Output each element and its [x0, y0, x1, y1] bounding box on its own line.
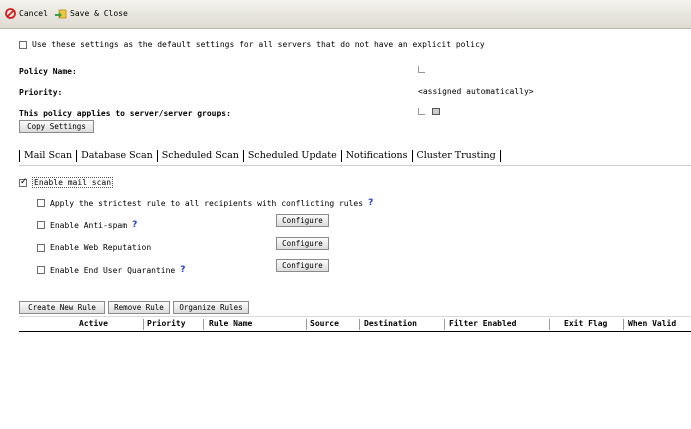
tab-scheduled-scan[interactable]: Scheduled Scan: [158, 150, 244, 162]
remove-rule-button[interactable]: Remove Rule: [108, 301, 170, 314]
column-header-active[interactable]: Active: [79, 319, 108, 328]
cancel-icon: [5, 8, 16, 19]
column-divider[interactable]: [359, 319, 360, 330]
strictest-rule-label: Apply the strictest rule to all recipien…: [50, 198, 364, 208]
default-settings-label: Use these settings as the default settin…: [32, 40, 485, 49]
column-header-destination[interactable]: Destination: [364, 319, 417, 328]
enable-mail-scan-label: Enable mail scan: [32, 177, 114, 188]
rules-table-body[interactable]: [19, 331, 691, 429]
tab-cluster-trusting[interactable]: Cluster Trusting: [413, 150, 501, 162]
enable-mail-scan-row: Enable mail scan: [19, 177, 114, 188]
column-header-priority[interactable]: Priority: [147, 319, 186, 328]
server-group-picker[interactable]: [418, 108, 440, 117]
default-settings-checkbox[interactable]: [19, 40, 27, 49]
copy-settings-button[interactable]: Copy Settings: [19, 120, 94, 133]
tab-scheduled-update[interactable]: Scheduled Update: [244, 150, 342, 162]
enable-mail-scan-checkbox[interactable]: [19, 177, 28, 187]
save-close-button[interactable]: Save & Close: [55, 8, 128, 19]
priority-label: Priority:: [19, 88, 63, 97]
organize-rules-button[interactable]: Organize Rules: [173, 301, 249, 314]
antispam-label: Enable Anti-spam: [50, 220, 128, 230]
web-reputation-row: Enable Web Reputation: [37, 243, 151, 252]
column-divider[interactable]: [203, 319, 204, 330]
antispam-row: Enable Anti-spam ?: [37, 220, 137, 230]
toolbar: Cancel Save & Close: [0, 0, 691, 29]
quarantine-checkbox[interactable]: [37, 266, 45, 274]
cancel-button[interactable]: Cancel: [5, 8, 48, 19]
save-close-icon: [55, 9, 67, 19]
column-divider[interactable]: [444, 319, 445, 330]
quarantine-row: Enable End User Quarantine ?: [37, 265, 185, 275]
column-header-when-valid[interactable]: When Valid: [628, 319, 676, 328]
web-reputation-configure-button[interactable]: Configure: [276, 237, 329, 250]
strictest-rule-checkbox[interactable]: [37, 199, 45, 207]
tab-notifications[interactable]: Notifications: [342, 150, 413, 162]
tab-database-scan[interactable]: Database Scan: [77, 150, 158, 162]
column-header-rule-name[interactable]: Rule Name: [209, 319, 252, 328]
tab-bar: Mail Scan Database Scan Scheduled Scan S…: [19, 150, 501, 162]
column-divider[interactable]: [143, 319, 144, 330]
tab-mail-scan[interactable]: Mail Scan: [19, 150, 78, 162]
help-icon[interactable]: ?: [180, 265, 185, 275]
policy-name-label: Policy Name:: [19, 67, 77, 76]
help-icon[interactable]: ?: [368, 198, 373, 208]
column-header-filter-enabled[interactable]: Filter Enabled: [449, 319, 516, 328]
quarantine-configure-button[interactable]: Configure: [276, 259, 329, 272]
column-divider[interactable]: [549, 319, 550, 330]
antispam-configure-button[interactable]: Configure: [276, 214, 329, 227]
column-header-source[interactable]: Source: [310, 319, 339, 328]
rules-table-header: Active Priority Rule Name Source Destina…: [19, 316, 691, 332]
help-icon[interactable]: ?: [132, 220, 137, 230]
quarantine-label: Enable End User Quarantine: [50, 265, 176, 275]
web-reputation-label: Enable Web Reputation: [50, 243, 152, 252]
column-header-exit-flag[interactable]: Exit Flag: [564, 319, 607, 328]
save-close-label: Save & Close: [70, 9, 128, 18]
column-divider[interactable]: [306, 319, 307, 330]
server-group-icon: [431, 108, 440, 115]
policy-name-field[interactable]: [418, 66, 425, 75]
create-rule-button[interactable]: Create New Rule: [19, 301, 105, 314]
strictest-rule-row: Apply the strictest rule to all recipien…: [37, 198, 373, 208]
column-divider[interactable]: [623, 319, 624, 330]
applies-to-label: This policy applies to server/server gro…: [19, 109, 231, 118]
cancel-label: Cancel: [19, 9, 48, 18]
antispam-checkbox[interactable]: [37, 221, 45, 229]
web-reputation-checkbox[interactable]: [37, 243, 45, 252]
priority-value: <assigned automatically>: [418, 87, 534, 96]
tab-divider: [19, 165, 691, 166]
default-settings-row: Use these settings as the default settin…: [19, 40, 485, 49]
